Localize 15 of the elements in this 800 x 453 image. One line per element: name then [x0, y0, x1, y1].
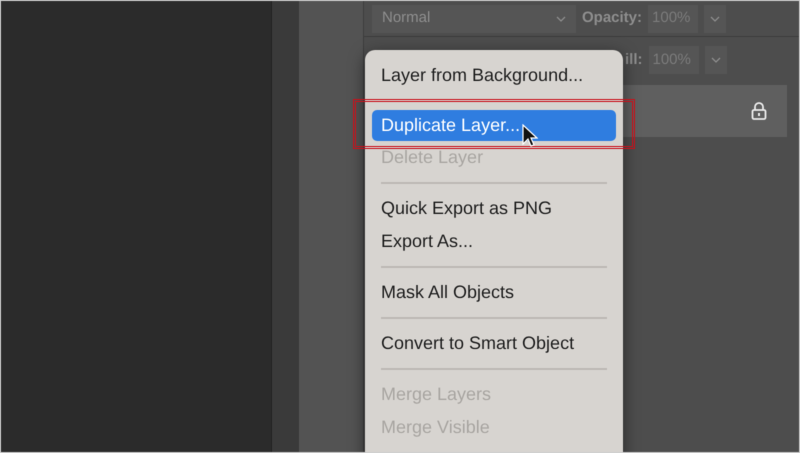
menu-item[interactable]: Quick Export as PNG	[372, 192, 616, 225]
opacity-label: Opacity:	[582, 8, 642, 28]
fill-label: ill:	[625, 50, 642, 70]
menu-item[interactable]: Layer from Background...	[372, 59, 616, 92]
opacity-dropdown-button[interactable]	[704, 4, 726, 32]
menu-item[interactable]: Export As...	[372, 225, 616, 258]
cursor-icon	[522, 124, 538, 148]
fill-dropdown-button[interactable]	[704, 46, 726, 74]
lock-icon	[751, 102, 767, 120]
chevron-down-icon	[556, 16, 566, 22]
menu-item[interactable]: Convert to Smart Object	[372, 327, 616, 360]
menu-item[interactable]: Duplicate Layer...	[372, 110, 616, 141]
menu-item[interactable]: Mask All Objects	[372, 276, 616, 309]
chevron-down-icon	[710, 57, 720, 63]
chevron-down-icon	[710, 16, 720, 22]
